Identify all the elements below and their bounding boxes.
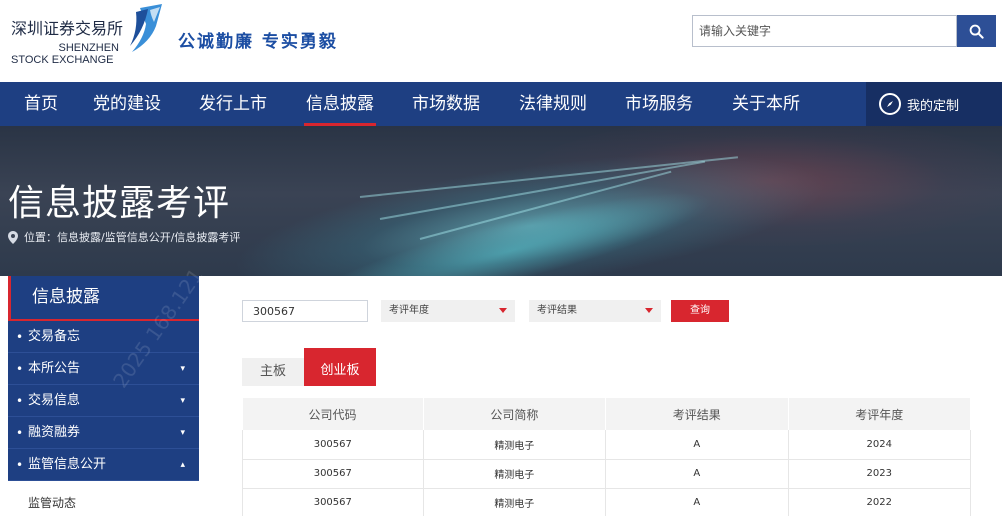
- slogan: 公诚勤廉 专实勇毅: [178, 32, 338, 52]
- sidebar-list: • 交易备忘 • 本所公告 ▾ • 交易信息 ▾ • 融资融券 ▾ • 监管信息…: [8, 319, 199, 481]
- company-code-input[interactable]: [242, 300, 368, 322]
- nav-item-services[interactable]: 市场服务: [625, 82, 693, 126]
- sidebar-item-trading-memo[interactable]: • 交易备忘: [8, 321, 199, 353]
- compass-icon: [879, 93, 901, 115]
- bullet-icon: •: [16, 426, 24, 440]
- result-select[interactable]: 考评结果: [529, 300, 661, 322]
- sidebar-item-label: 监管信息公开: [28, 457, 107, 472]
- location-pin-icon: [8, 230, 18, 244]
- breadcrumb-text[interactable]: 位置：信息披露/监管信息公开/信息披露考评: [24, 229, 240, 245]
- sidebar-subitem-supervision-news[interactable]: 监管动态: [8, 490, 199, 516]
- page-banner: 信息披露考评 位置：信息披露/监管信息公开/信息披露考评: [0, 126, 1002, 276]
- chevron-up-icon: ▴: [180, 460, 185, 470]
- main-content: 考评年度 考评结果 查询 主板 创业板 公司代码 公司简称 考评结果 考评年度 …: [216, 276, 996, 516]
- tab-gem-board[interactable]: 创业板: [304, 348, 376, 386]
- evaluation-table: 公司代码 公司简称 考评结果 考评年度 300567 精测电子 A 2024 3…: [242, 398, 971, 516]
- nav-item-listing[interactable]: 发行上市: [199, 82, 267, 126]
- logo-en-line2: STOCK EXCHANGE: [11, 54, 114, 66]
- table-row: 300567 精测电子 A 2022: [242, 488, 971, 516]
- year-select-label: 考评年度: [389, 305, 429, 316]
- left-sidebar: 信息披露 • 交易备忘 • 本所公告 ▾ • 交易信息 ▾ • 融资融券 ▾ •…: [8, 264, 208, 516]
- cell-code: 300567: [242, 459, 424, 489]
- nav-item-market-data[interactable]: 市场数据: [412, 82, 480, 126]
- cell-year: 2022: [788, 488, 971, 516]
- nav-item-disclosure[interactable]: 信息披露: [304, 82, 376, 126]
- col-header-year: 考评年度: [788, 398, 971, 430]
- nav-item-about[interactable]: 关于本所: [732, 82, 800, 126]
- breadcrumb: 位置：信息披露/监管信息公开/信息披露考评: [8, 229, 240, 245]
- table-row: 300567 精测电子 A 2024: [242, 430, 971, 460]
- chevron-down-icon: ▾: [180, 364, 185, 374]
- sidebar-item-label: 本所公告: [28, 361, 81, 376]
- sidebar-item-label: 交易信息: [28, 393, 81, 408]
- search-input[interactable]: [693, 16, 956, 46]
- dropdown-caret-icon: [499, 308, 507, 313]
- table-row: 300567 精测电子 A 2023: [242, 459, 971, 489]
- page-title: 信息披露考评: [8, 183, 231, 224]
- chevron-down-icon: ▾: [180, 428, 185, 438]
- sidebar-item-label: 融资融券: [28, 425, 81, 440]
- sidebar-item-supervision-info[interactable]: • 监管信息公开 ▴: [8, 449, 199, 481]
- my-custom-label: 我的定制: [907, 98, 960, 114]
- cell-name: 精测电子: [423, 488, 607, 516]
- top-header: 深圳证券交易所 SHENZHEN STOCK EXCHANGE 公诚勤廉 专实勇…: [0, 0, 1002, 82]
- cell-code: 300567: [242, 430, 424, 460]
- cell-code: 300567: [242, 488, 424, 516]
- cell-result: A: [605, 488, 789, 516]
- cell-year: 2024: [788, 430, 971, 460]
- year-select[interactable]: 考评年度: [381, 300, 515, 322]
- cell-year: 2023: [788, 459, 971, 489]
- col-header-name: 公司简称: [423, 398, 607, 430]
- main-nav: 首页 党的建设 发行上市 信息披露 市场数据 法律规则 市场服务 关于本所 我的…: [0, 82, 1002, 126]
- nav-item-party[interactable]: 党的建设: [93, 82, 161, 126]
- result-select-label: 考评结果: [537, 305, 577, 316]
- logo[interactable]: 深圳证券交易所 SHENZHEN STOCK EXCHANGE: [11, 19, 124, 67]
- logo-en-line1: SHENZHEN: [58, 42, 119, 54]
- sidebar-item-margin-trading[interactable]: • 融资融券 ▾: [8, 417, 199, 449]
- col-header-code: 公司代码: [242, 398, 424, 430]
- cell-result: A: [605, 459, 789, 489]
- col-header-result: 考评结果: [605, 398, 789, 430]
- bullet-icon: •: [16, 362, 24, 376]
- sidebar-item-announcements[interactable]: • 本所公告 ▾: [8, 353, 199, 385]
- search-box: [692, 15, 957, 47]
- cell-name: 精测电子: [423, 430, 607, 460]
- chevron-down-icon: ▾: [180, 396, 185, 406]
- search-button[interactable]: [957, 15, 996, 47]
- logo-en-text: SHENZHEN STOCK EXCHANGE: [11, 42, 119, 66]
- sidebar-item-trading-info[interactable]: • 交易信息 ▾: [8, 385, 199, 417]
- sidebar-title: 信息披露: [8, 276, 199, 319]
- nav-item-home[interactable]: 首页: [24, 82, 58, 126]
- szse-logo-icon: [130, 4, 162, 52]
- bullet-icon: •: [16, 330, 24, 344]
- sidebar-item-label: 交易备忘: [28, 329, 81, 344]
- nav-item-rules[interactable]: 法律规则: [519, 82, 587, 126]
- bullet-icon: •: [16, 458, 24, 472]
- cell-name: 精测电子: [423, 459, 607, 489]
- bullet-icon: •: [16, 394, 24, 408]
- tab-main-board[interactable]: 主板: [242, 358, 304, 386]
- my-custom-button[interactable]: 我的定制: [866, 82, 1002, 126]
- search-icon: [969, 24, 984, 39]
- cell-result: A: [605, 430, 789, 460]
- logo-cn-text: 深圳证券交易所: [11, 19, 124, 38]
- dropdown-caret-icon: [645, 308, 653, 313]
- query-button[interactable]: 查询: [671, 300, 729, 322]
- table-header-row: 公司代码 公司简称 考评结果 考评年度: [242, 398, 971, 430]
